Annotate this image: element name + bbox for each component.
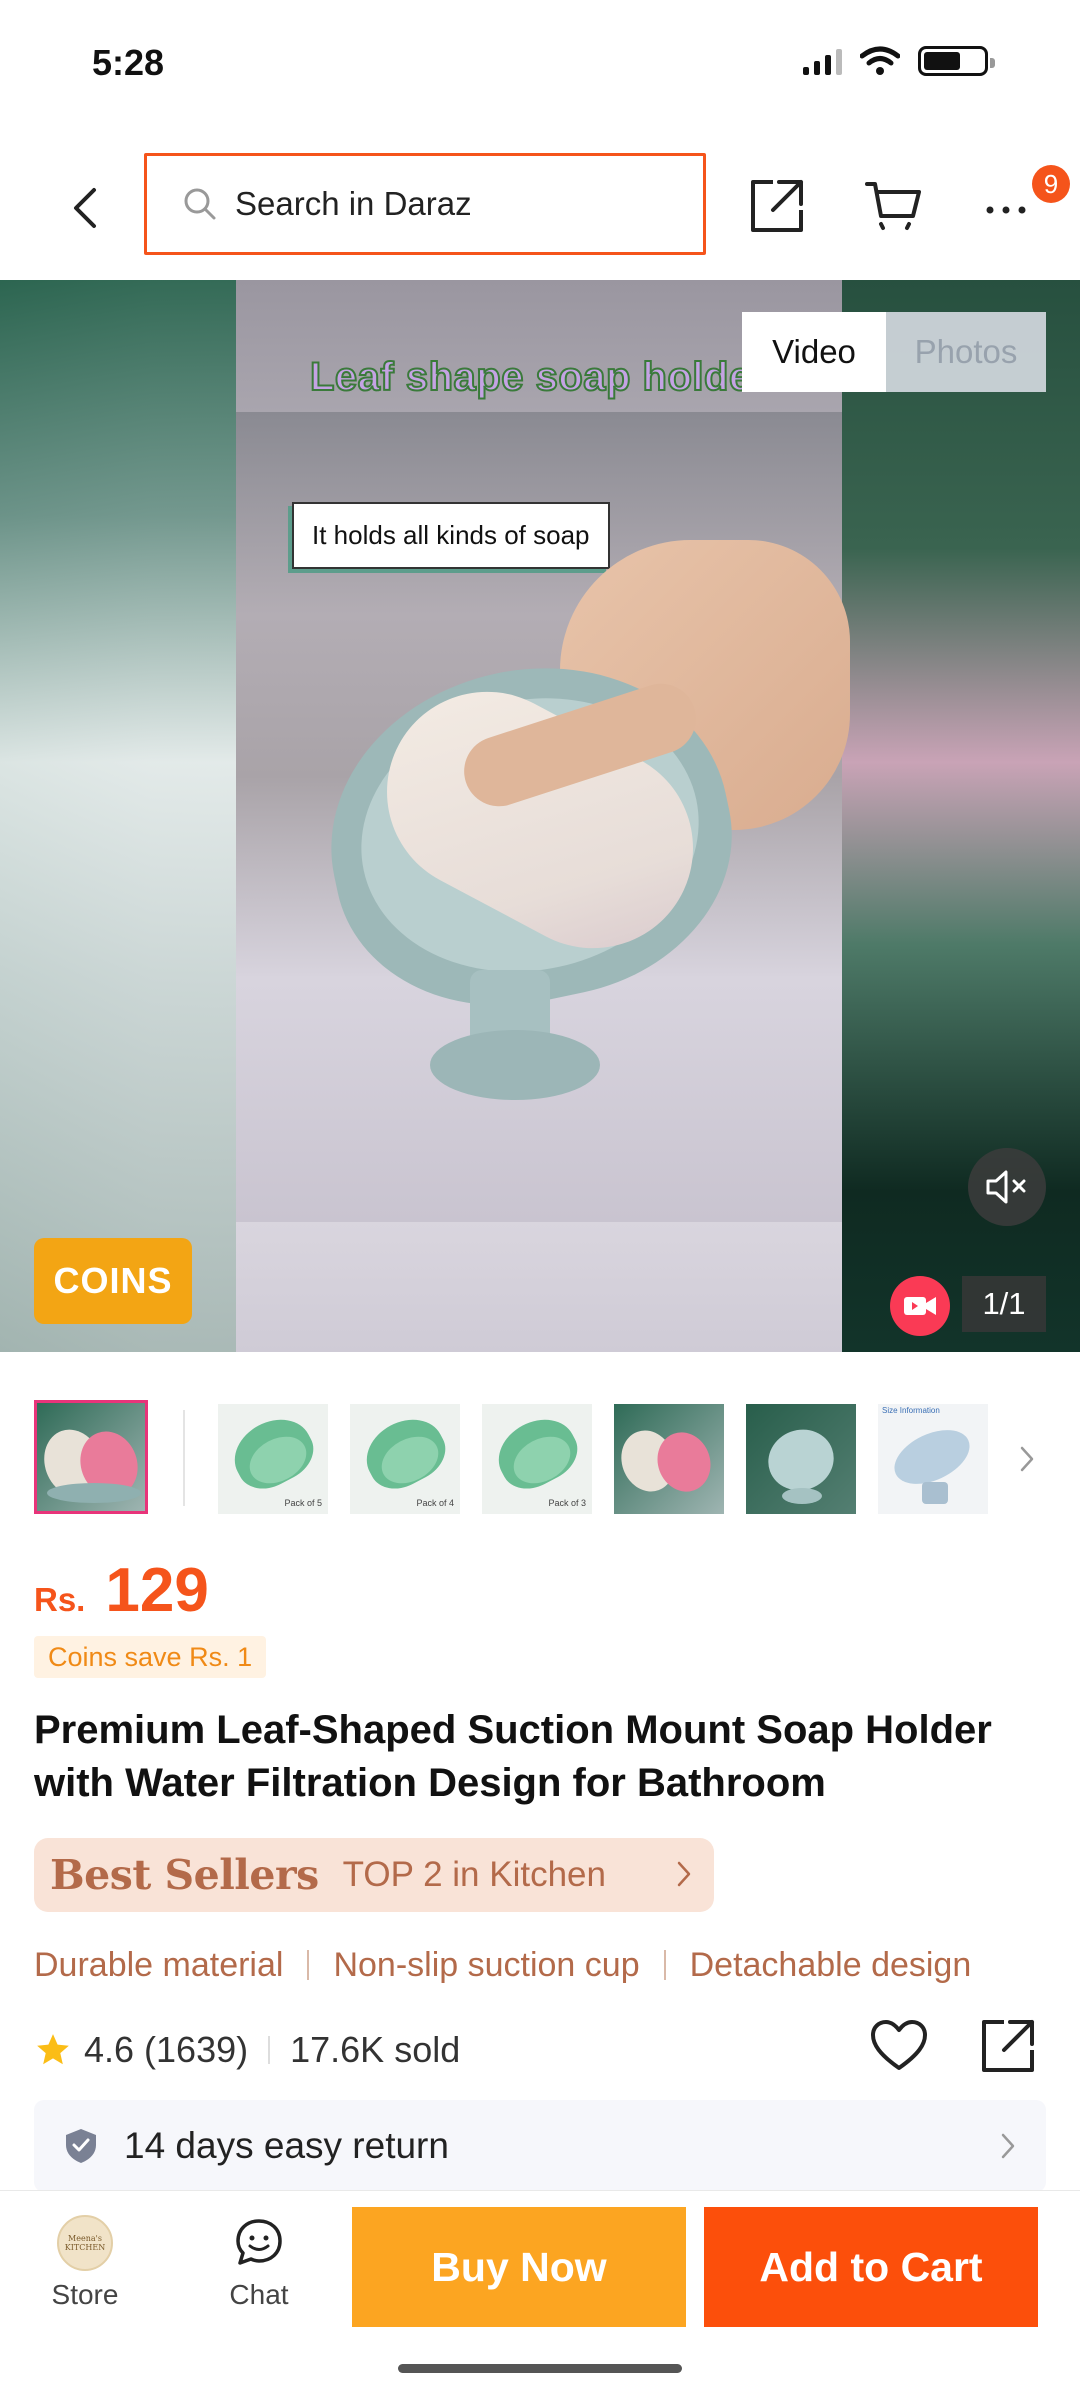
thumbnail-next-button[interactable] (1012, 1434, 1042, 1484)
price-currency: Rs. (34, 1581, 86, 1618)
tab-photos[interactable]: Photos (886, 312, 1046, 392)
chat-button[interactable]: Chat (194, 2215, 324, 2325)
thumbnail-strip: Pack of 5 Pack of 4 Pack of 3 Size Infor… (0, 1390, 1080, 1530)
store-logo-text: Meena's KITCHEN (64, 2234, 106, 2252)
thumbnail-4[interactable]: Pack of 3 (482, 1404, 592, 1514)
thumbnail-separator (183, 1410, 185, 1506)
media-counter: 1/1 (962, 1276, 1046, 1332)
best-sellers-banner[interactable]: Best Sellers TOP 2 in Kitchen (34, 1838, 714, 1912)
add-to-cart-button[interactable]: Add to Cart (704, 2207, 1038, 2327)
share-product-button[interactable] (975, 2013, 1041, 2079)
rating-value: 4.6 (84, 2029, 135, 2070)
video-camera-button[interactable] (890, 1276, 950, 1336)
tab-video[interactable]: Video (742, 312, 886, 392)
store-label: Store (51, 2279, 119, 2310)
thumbnail-1[interactable] (34, 1400, 148, 1514)
thumbnail-label: Pack of 4 (416, 1498, 454, 1508)
mute-icon (986, 1170, 1026, 1204)
feature-separator (663, 1950, 666, 1980)
share-icon (982, 2020, 1034, 2072)
header: Search in Daraz 9 (0, 135, 1080, 280)
shield-icon (66, 2129, 96, 2163)
thumbnail-6[interactable] (746, 1404, 856, 1514)
rating-separator (268, 2036, 271, 2064)
feature-tag: Durable material (34, 1945, 284, 1984)
price: Rs. 129 (34, 1555, 209, 1635)
home-indicator[interactable] (398, 2364, 682, 2373)
search-input[interactable]: Search in Daraz (144, 153, 706, 255)
signal-icon (803, 47, 842, 75)
media-toggle: Video Photos (742, 312, 1046, 392)
thumbnail-label: Pack of 5 (284, 1498, 322, 1508)
rating-count: (1639) (144, 2029, 249, 2070)
mute-button[interactable] (968, 1148, 1046, 1226)
coins-badge[interactable]: COINS (34, 1238, 192, 1324)
product-title: Premium Leaf-Shaped Suction Mount Soap H… (34, 1708, 992, 1805)
store-button[interactable]: Meena's KITCHEN Store (20, 2215, 150, 2325)
search-icon (184, 188, 216, 220)
more-icon (986, 206, 1026, 214)
feature-tag: Detachable design (689, 1945, 972, 1984)
status-bar: 5:28 (0, 0, 1080, 135)
return-policy-row[interactable]: 14 days easy return (34, 2100, 1046, 2192)
thumbnail-label: Pack of 3 (548, 1498, 586, 1508)
heart-icon (871, 2020, 927, 2070)
buy-now-button[interactable]: Buy Now (352, 2207, 686, 2327)
wishlist-button[interactable] (866, 2013, 932, 2079)
notification-badge: 9 (1032, 165, 1070, 203)
video-caption-box: It holds all kinds of soap (292, 502, 610, 569)
status-time: 5:28 (92, 42, 165, 83)
back-button[interactable] (50, 173, 120, 243)
feature-tag: Non-slip suction cup (333, 1945, 640, 1984)
store-logo: Meena's KITCHEN (57, 2215, 113, 2271)
best-sellers-rank: TOP 2 in Kitchen (342, 1855, 606, 1894)
chevron-left-icon (74, 188, 96, 228)
status-icons (803, 46, 995, 76)
share-icon (751, 180, 803, 232)
feature-separator (307, 1950, 310, 1980)
battery-icon (918, 46, 995, 76)
thumbnail-7[interactable]: Size Information (878, 1404, 988, 1514)
return-policy-text: 14 days easy return (124, 2125, 449, 2166)
thumbnail-label: Size Information (882, 1406, 940, 1415)
price-value: 129 (105, 1556, 209, 1625)
star-icon (37, 2034, 69, 2065)
thumbnail-2[interactable]: Pack of 5 (218, 1404, 328, 1514)
thumbnail-5[interactable] (614, 1404, 724, 1514)
video-caption-title: Leaf shape soap holder (309, 354, 768, 400)
sold-count: 17.6K sold (290, 2029, 461, 2070)
chevron-right-icon (1020, 1446, 1034, 1472)
media-blur-left (0, 280, 236, 1352)
thumbnail-3[interactable]: Pack of 4 (350, 1404, 460, 1514)
video-camera-icon (904, 1297, 936, 1315)
search-placeholder: Search in Daraz (235, 185, 472, 222)
cart-button[interactable] (858, 171, 928, 241)
video-bottom-band (236, 1222, 842, 1352)
feature-tags: Durable material Non-slip suction cup De… (34, 1940, 1080, 1990)
chat-label: Chat (229, 2279, 289, 2310)
share-button[interactable] (742, 171, 812, 241)
product-media[interactable]: It holds all kinds of soap Leaf shape so… (0, 280, 1080, 1352)
chevron-right-icon (677, 1861, 691, 1887)
chat-icon (236, 2219, 282, 2265)
cart-icon (865, 182, 921, 230)
soap-base-image (430, 1030, 600, 1100)
chevron-right-icon (1001, 2133, 1015, 2159)
coins-save-tag: Coins save Rs. 1 (34, 1636, 267, 1678)
best-sellers-label: Best Sellers (50, 1851, 319, 1899)
wifi-icon (860, 46, 900, 75)
